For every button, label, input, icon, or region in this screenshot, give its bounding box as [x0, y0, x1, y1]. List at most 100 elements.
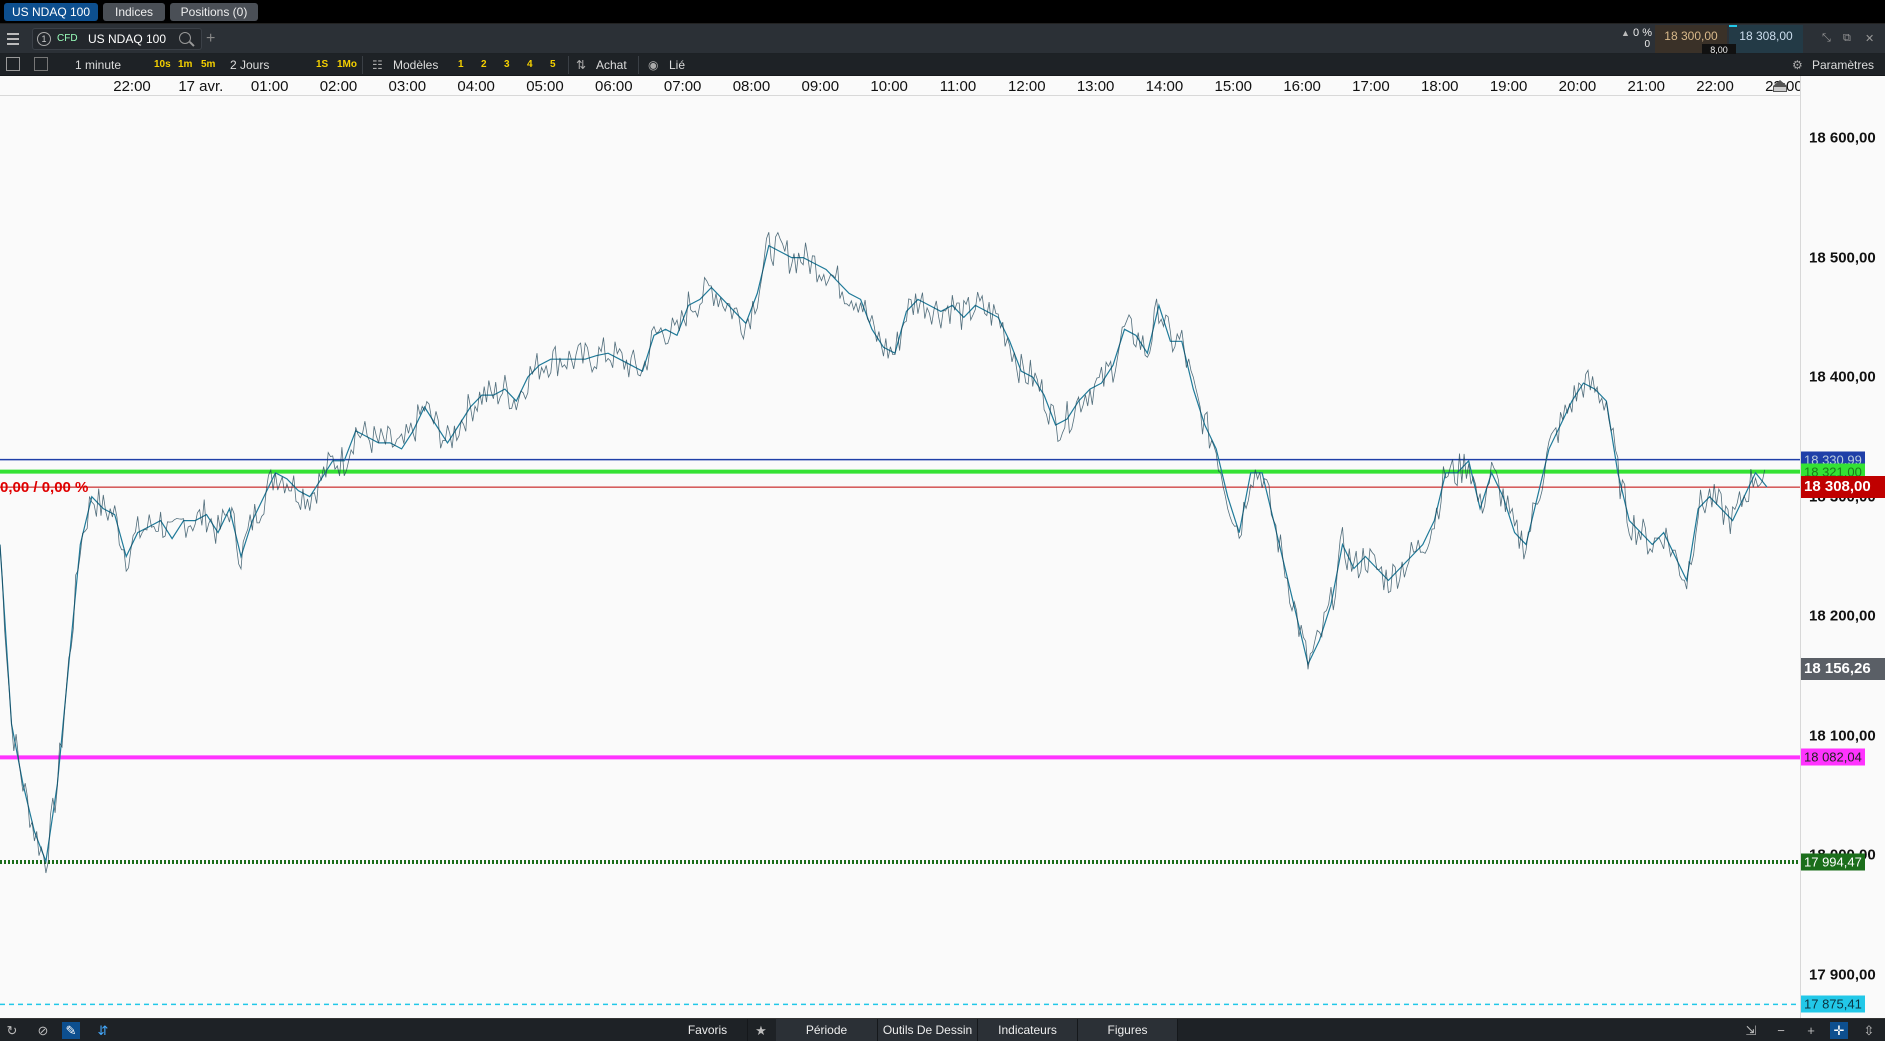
instrument-name: US NDAQ 100 — [88, 32, 167, 46]
template-slot-5[interactable]: 5 — [550, 57, 556, 73]
templates-icon: ☷ — [372, 58, 383, 72]
screenshot-icon[interactable]: ⇲ — [1742, 1022, 1760, 1039]
period-label: Période — [805, 1023, 848, 1037]
period-button[interactable]: Période — [776, 1019, 878, 1041]
pencil-icon[interactable]: ✎ — [62, 1022, 80, 1039]
change-percent: 0 % — [1633, 27, 1652, 39]
dotted-support-tag: 17 994,47 — [1801, 853, 1865, 871]
layout-grid-icon[interactable] — [34, 57, 48, 71]
time-tick-label: 02:00 — [319, 78, 358, 95]
settings-button[interactable]: Paramètres — [1812, 57, 1874, 73]
price-tick-label: 18 400,00 — [1809, 368, 1876, 386]
star-icon[interactable]: ★ — [752, 1022, 770, 1039]
price-tick-label: 18 100,00 — [1809, 727, 1876, 745]
templates-button[interactable]: Modèles — [393, 57, 438, 73]
time-tick-label: 08:00 — [732, 78, 771, 95]
change-points: 0 — [1644, 39, 1650, 50]
trade-button[interactable]: Achat — [596, 57, 627, 73]
time-tick-label: 03:00 — [388, 78, 427, 95]
template-slot-2[interactable]: 2 — [481, 57, 487, 73]
tab-positions[interactable]: Positions (0) — [170, 3, 258, 21]
performance-label: 0,00 / 0,00 % — [0, 479, 89, 496]
tab-us-ndaq-100[interactable]: US NDAQ 100 — [4, 3, 98, 21]
crosshair-icon[interactable]: ✛ — [1830, 1022, 1848, 1039]
trade-icon: ⇅ — [576, 58, 587, 72]
drawing-tools-button[interactable]: Outils De Dessin — [878, 1019, 978, 1041]
instrument-bar: 1 CFD US NDAQ 100 + — [0, 24, 1885, 54]
zoom-in-icon[interactable]: + — [1802, 1022, 1820, 1039]
close-icon[interactable]: ✕ — [1865, 32, 1874, 45]
template-slot-3[interactable]: 3 — [504, 57, 510, 73]
interval-5m[interactable]: 5m — [201, 57, 215, 73]
time-tick-label: 12:00 — [1008, 78, 1046, 95]
bid-price: 18 300,00 — [1664, 29, 1718, 43]
price-chart[interactable] — [0, 96, 1800, 1018]
range-1mo[interactable]: 1Mo — [337, 57, 357, 73]
daily-change: ▲ 0 % 0 — [1612, 25, 1654, 53]
time-tick-label: 10:00 — [870, 78, 908, 95]
panel-list-icon[interactable] — [6, 57, 20, 71]
minimize-icon[interactable]: ⤡ — [1822, 32, 1831, 45]
price-series-line — [0, 244, 1768, 864]
time-tick-label: 06:00 — [595, 78, 633, 95]
template-slot-1[interactable]: 1 — [458, 57, 464, 73]
instrument-selector[interactable]: 1 CFD US NDAQ 100 — [32, 28, 202, 50]
price-series-detail — [0, 231, 1766, 874]
range-selector[interactable]: 2 Jours — [230, 57, 269, 73]
time-tick-label: 17:00 — [1352, 78, 1390, 95]
cyan-level-tag: 17 875,41 — [1801, 995, 1865, 1013]
time-tick-label: 05:00 — [526, 78, 564, 95]
time-axis: 22:00 17 avr. 01:00 02:00 03:00 04:00 05:00 06:… — [0, 76, 1803, 96]
buy-price-button[interactable]: 18 308,00 — [1729, 25, 1803, 53]
disable-icon[interactable]: ⊘ — [34, 1022, 52, 1039]
indicators-label: Indicateurs — [998, 1023, 1057, 1037]
add-chart-icon[interactable]: + — [206, 30, 215, 48]
time-tick-label: 09:00 — [801, 78, 840, 95]
time-tick-label: 07:00 — [663, 78, 702, 95]
interval-selector[interactable]: 1 minute — [75, 57, 121, 73]
price-tick-label: 18 200,00 — [1809, 607, 1876, 625]
link-slot-badge: 1 — [37, 32, 51, 46]
workspace-tab-bar: US NDAQ 100 Indices Positions (0) — [0, 0, 1885, 24]
range-1s[interactable]: 1S — [316, 57, 328, 73]
time-tick-label: 11:00 — [939, 78, 977, 95]
interval-10s[interactable]: 10s — [154, 57, 171, 73]
fit-icon[interactable]: ⇳ — [1860, 1022, 1878, 1039]
favorites-label: Favoris — [687, 1023, 728, 1037]
time-tick-label: 20:00 — [1558, 78, 1597, 95]
menu-icon[interactable] — [7, 33, 19, 48]
popout-icon[interactable]: ⧉ — [1843, 32, 1851, 45]
time-tick-label: 01:00 — [250, 78, 289, 95]
up-triangle-icon: ▲ — [1621, 28, 1630, 38]
price-axis[interactable]: 18 600,0018 500,0018 400,0018 300,0018 2… — [1773, 76, 1885, 1018]
time-tick-label: 19:00 — [1489, 78, 1528, 95]
cursor-icon[interactable]: ⇵ — [94, 1022, 112, 1039]
zoom-out-icon[interactable]: − — [1772, 1022, 1790, 1039]
time-tick-label: 13:00 — [1076, 78, 1115, 95]
gear-icon[interactable]: ⚙ — [1792, 57, 1803, 73]
favorites-button[interactable]: Favoris — [668, 1019, 748, 1041]
ask-price: 18 308,00 — [1739, 29, 1793, 43]
refresh-icon[interactable]: ↻ — [3, 1022, 21, 1039]
time-tick-label: 22:00 — [1696, 78, 1734, 95]
chart-toolbar: 1 minute 10s 1m 5m 2 Jours 1S 1Mo ☷ Modè… — [0, 54, 1885, 76]
time-tick-label: 04:00 — [457, 78, 495, 95]
scroll-to-latest-icon[interactable] — [1773, 80, 1787, 94]
interval-1m[interactable]: 1m — [178, 57, 192, 73]
time-tick-label: 18:00 — [1420, 78, 1459, 95]
time-tick-label: 14:00 — [1145, 78, 1184, 95]
time-tick-label: 16:00 — [1283, 78, 1321, 95]
magenta-level-tag: 18 082,04 — [1801, 748, 1865, 766]
eye-icon: ◉ — [648, 58, 659, 72]
drawing-tools-label: Outils De Dessin — [882, 1023, 973, 1037]
tab-indices[interactable]: Indices — [103, 3, 165, 21]
time-tick-label: 21:00 — [1627, 78, 1666, 95]
link-button[interactable]: Lié — [669, 57, 685, 73]
indicators-button[interactable]: Indicateurs — [978, 1019, 1078, 1041]
price-tick-label: 18 500,00 — [1809, 249, 1876, 267]
instrument-type: CFD — [57, 33, 78, 44]
search-icon[interactable] — [179, 32, 191, 44]
figures-button[interactable]: Figures — [1078, 1019, 1178, 1041]
template-slot-4[interactable]: 4 — [527, 57, 533, 73]
bottom-toolbar: ↻ ⊘ ✎ ⇵ Favoris ★ Période Outils De Dess… — [0, 1018, 1885, 1041]
